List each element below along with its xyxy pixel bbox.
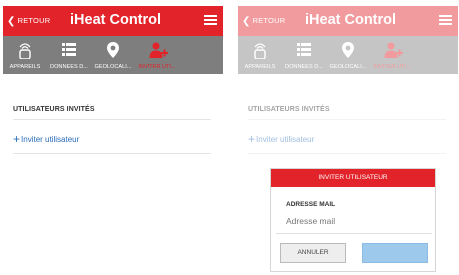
tab-inviter[interactable]: INVITER UTI... xyxy=(135,36,179,74)
divider xyxy=(13,119,211,120)
back-button[interactable]: ❮RETOUR xyxy=(7,15,51,27)
menu-icon[interactable] xyxy=(204,15,217,25)
screen-invited-users: ❮ RETOUR iHeat Control APPAREILS DONNÉES … xyxy=(3,6,223,272)
app-title: iHeat Control xyxy=(70,12,162,28)
app-header: ❮RETOUR iHeat Control xyxy=(3,6,223,36)
cancel-button[interactable]: ANNULER xyxy=(280,243,346,263)
invite-label: Inviter utilisateur xyxy=(21,135,80,144)
tab-bar: APPAREILS DONNÉES D... GÉOLOCALI... IN xyxy=(3,36,223,74)
tab-label: GÉOLOCALI... xyxy=(94,64,132,70)
list-icon xyxy=(62,43,76,56)
dialog-title: INVITER UTILISATEUR xyxy=(271,169,435,187)
email-field[interactable]: Adresse mail xyxy=(286,216,426,226)
back-label: RETOUR xyxy=(17,16,51,25)
tab-label: APPAREILS xyxy=(9,64,41,70)
plus-icon: + xyxy=(13,132,21,146)
divider xyxy=(13,153,211,154)
invite-user-dialog: INVITER UTILISATEUR ADRESSE MAIL Adresse… xyxy=(270,168,436,272)
divider xyxy=(276,233,432,234)
chevron-left-icon: ❮ xyxy=(7,16,16,27)
device-icon xyxy=(19,43,31,59)
invite-user-link[interactable]: +Inviter utilisateur xyxy=(13,131,80,146)
tab-donnees[interactable]: DONNÉES D... xyxy=(47,36,91,74)
add-user-icon xyxy=(149,42,168,58)
section-title: UTILISATEURS INVITÉS xyxy=(13,106,95,113)
confirm-button[interactable] xyxy=(362,243,428,263)
tab-label: DONNÉES D... xyxy=(50,64,88,70)
screen-invite-modal: ❮RETOUR iHeat Control APPAREILS DONNÉES … xyxy=(238,6,458,272)
tab-label: INVITER UTI... xyxy=(138,64,176,70)
email-field-label: ADRESSE MAIL xyxy=(286,201,336,208)
tab-geolocalisation[interactable]: GÉOLOCALI... xyxy=(91,36,135,74)
tab-appareils[interactable]: APPAREILS xyxy=(3,36,47,74)
location-pin-icon xyxy=(107,42,119,58)
